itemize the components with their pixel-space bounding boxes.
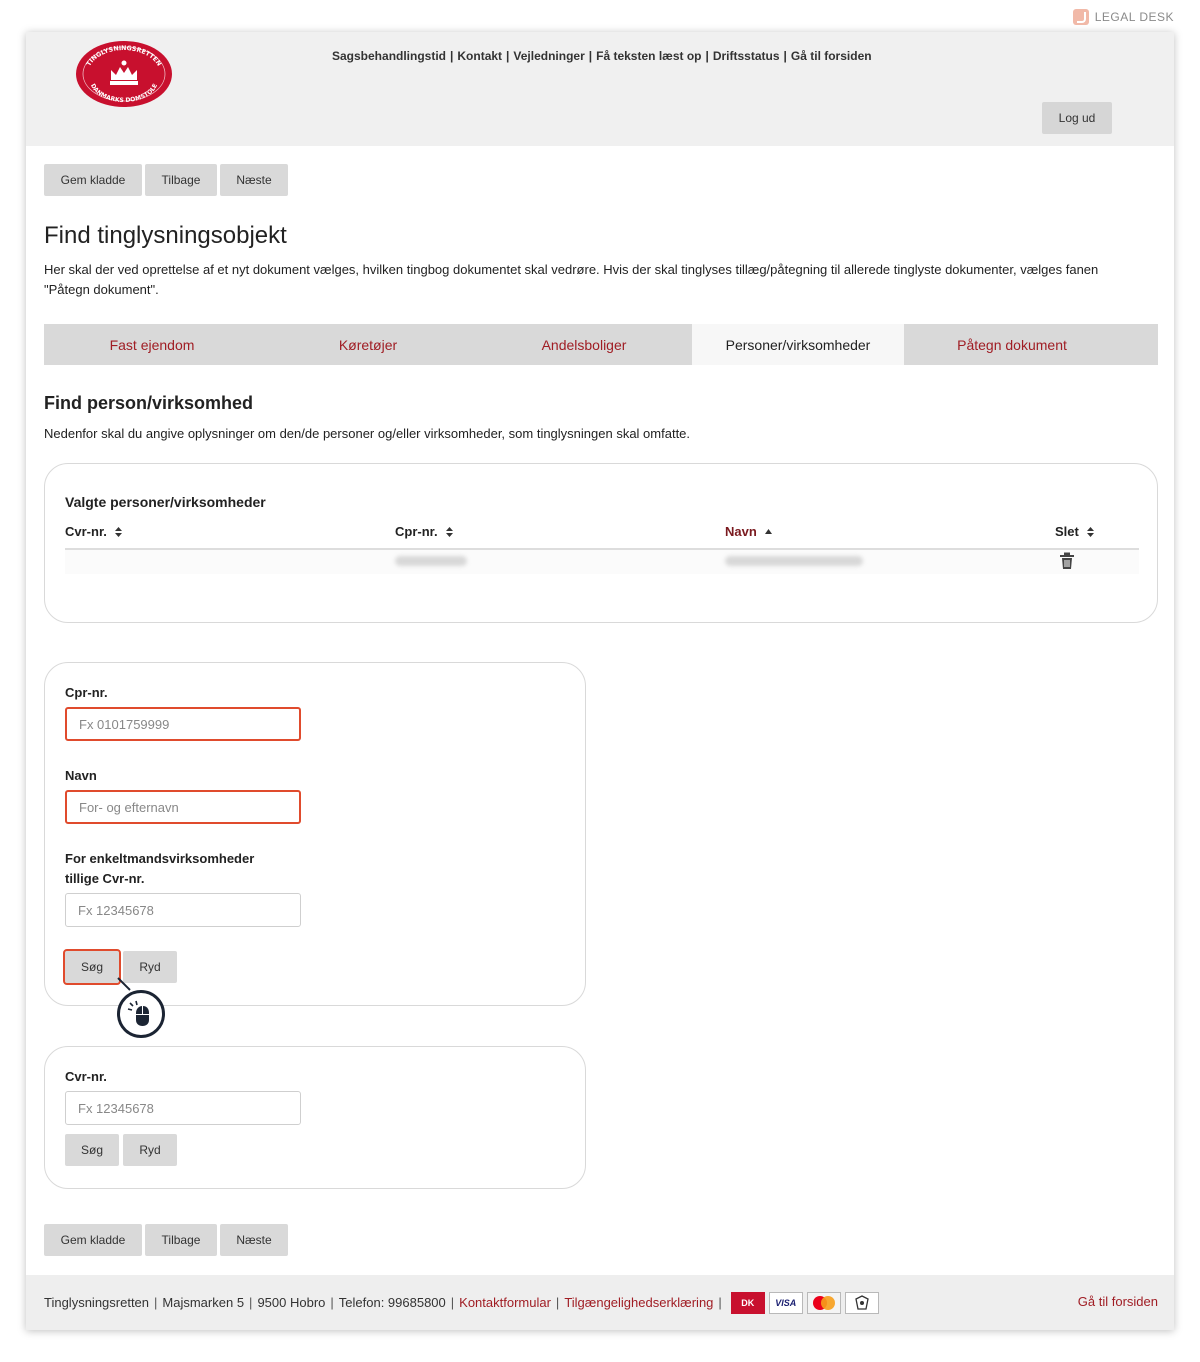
next-button-bottom[interactable]: Næste: [220, 1224, 288, 1256]
next-button[interactable]: Næste: [220, 164, 288, 196]
browser-page: TINGLYSNINGSRETTEN DANMARKS DOMSTOLE Sag…: [26, 32, 1174, 1330]
tab-fast-ejendom[interactable]: Fast ejendom: [44, 324, 260, 365]
link-sagsbehandlingstid[interactable]: Sagsbehandlingstid: [332, 49, 446, 63]
top-navigation: Sagsbehandlingstid | Kontakt | Vejledninge…: [332, 49, 872, 63]
link-vejledninger[interactable]: Vejledninger: [513, 49, 584, 63]
section-description: Nedenfor skal du angive oplysninger om d…: [44, 426, 691, 441]
back-button[interactable]: Tilbage: [145, 164, 217, 196]
cpr-input[interactable]: [65, 707, 301, 741]
column-header-name[interactable]: Navn: [725, 524, 772, 539]
legal-desk-logo-icon: [1072, 9, 1089, 25]
visa-logo: VISA: [768, 1291, 803, 1314]
cpr-label: Cpr-nr.: [65, 685, 108, 700]
table-row: [65, 550, 1139, 574]
selected-persons-card: Valgte personer/virksomheder Cvr-nr. Cpr…: [44, 463, 1158, 623]
footer-court: Tinglysningsretten: [44, 1295, 150, 1310]
link-read-aloud[interactable]: Få teksten læst op: [596, 49, 701, 63]
column-header-delete[interactable]: Slet: [1055, 524, 1094, 539]
brand-name: LEGAL DESK: [1094, 10, 1174, 24]
tab-pategn-dokument[interactable]: Påtegn dokument: [904, 324, 1120, 365]
accessibility-statement-link[interactable]: Tilgængelighedserklæring: [564, 1295, 713, 1310]
cvr-label: Cvr-nr.: [65, 1069, 107, 1084]
secure-payment-icon: [844, 1291, 879, 1314]
name-input[interactable]: [65, 790, 301, 824]
selected-persons-title: Valgte personer/virksomheder: [65, 494, 266, 510]
link-home[interactable]: Gå til forsiden: [791, 49, 872, 63]
redacted-name-value: [725, 556, 863, 566]
cvr-search-button[interactable]: Søg: [65, 1134, 119, 1166]
page-title: Find tinglysningsobjekt: [44, 222, 287, 249]
tab-andelsboliger[interactable]: Andelsboliger: [476, 324, 692, 365]
section-title: Find person/virksomhed: [44, 393, 254, 413]
footer-city: 9500 Hobro: [257, 1295, 326, 1310]
tab-koretojer[interactable]: Køretøjer: [260, 324, 476, 365]
link-driftsstatus[interactable]: Driftsstatus: [713, 49, 780, 63]
object-type-tabs: Fast ejendom Køretøjer Andelsboliger Per…: [44, 324, 1158, 365]
mastercard-logo: [806, 1291, 841, 1314]
sort-icon: [1086, 526, 1094, 537]
tinglysningsretten-logo[interactable]: TINGLYSNINGSRETTEN DANMARKS DOMSTOLE: [74, 40, 174, 108]
dankort-logo: DK: [730, 1291, 765, 1314]
redacted-cpr-value: [395, 556, 467, 566]
cpr-search-card: Cpr-nr. Navn For enkeltmandsvirksomheder…: [44, 662, 586, 1006]
cvr-clear-button[interactable]: Ryd: [123, 1134, 177, 1166]
footer-phone: Telefon: 99685800: [338, 1295, 446, 1310]
trash-icon[interactable]: [1059, 552, 1075, 570]
logout-button[interactable]: Log ud: [1042, 102, 1112, 134]
footer-home-link[interactable]: Gå til forsiden: [1078, 1294, 1158, 1309]
name-label: Navn: [65, 768, 97, 783]
link-kontakt[interactable]: Kontakt: [457, 49, 502, 63]
contact-form-link[interactable]: Kontaktformular: [459, 1295, 551, 1310]
top-toolbar: Gem kladde Tilbage Næste: [44, 164, 288, 196]
column-header-cvr[interactable]: Cvr-nr.: [65, 524, 122, 539]
legal-desk-brand: LEGAL DESK: [1072, 9, 1174, 25]
sort-icon: [445, 526, 453, 537]
cvr-search-card: Cvr-nr. Søg Ryd: [44, 1046, 586, 1189]
sort-ascending-icon: [764, 529, 772, 534]
bottom-toolbar: Gem kladde Tilbage Næste: [44, 1224, 288, 1256]
site-header: TINGLYSNINGSRETTEN DANMARKS DOMSTOLE Sag…: [26, 32, 1174, 146]
back-button-bottom[interactable]: Tilbage: [145, 1224, 217, 1256]
sole-proprietor-cvr-label-line2: tillige Cvr-nr.: [65, 871, 145, 886]
site-footer: Tinglysningsretten | Majsmarken 5 | 9500 H…: [26, 1275, 1174, 1330]
page-intro: Her skal der ved oprettelse af et nyt do…: [44, 262, 1099, 297]
sole-proprietor-cvr-label-line1: For enkeltmandsvirksomheder: [65, 851, 255, 866]
column-header-cpr[interactable]: Cpr-nr.: [395, 524, 453, 539]
sort-icon: [114, 526, 122, 537]
cpr-search-button[interactable]: Søg: [63, 949, 121, 985]
cvr-input[interactable]: [65, 1091, 301, 1125]
sole-proprietor-cvr-input[interactable]: [65, 893, 301, 927]
save-draft-button-bottom[interactable]: Gem kladde: [44, 1224, 142, 1256]
click-indicator-icon: [117, 990, 165, 1038]
footer-address: Majsmarken 5: [162, 1295, 245, 1310]
save-draft-button[interactable]: Gem kladde: [44, 164, 142, 196]
tab-personer-virksomheder[interactable]: Personer/virksomheder: [692, 324, 904, 365]
